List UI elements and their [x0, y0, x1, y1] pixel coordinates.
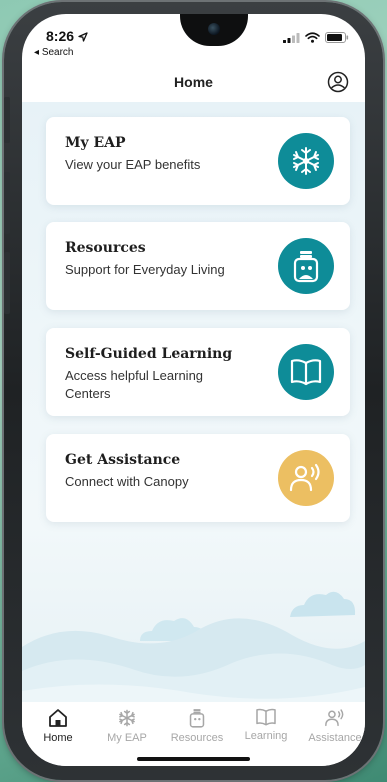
- tab-label: Learning: [244, 730, 288, 742]
- profile-icon[interactable]: [327, 71, 349, 93]
- tab-learning[interactable]: Learning: [236, 708, 296, 742]
- location-arrow-icon: [78, 32, 88, 42]
- card-my-eap[interactable]: My EAP View your EAP benefits: [46, 117, 350, 205]
- card-subtitle: Access helpful Learning Centers: [65, 368, 204, 401]
- tab-my-eap[interactable]: My EAP: [97, 708, 157, 744]
- status-time: 8:26: [46, 28, 88, 44]
- side-button: [4, 172, 10, 234]
- tab-label: Home: [43, 732, 73, 744]
- card-subtitle: Connect with Canopy: [65, 474, 189, 489]
- book-icon: [278, 344, 334, 400]
- card-get-assistance[interactable]: Get Assistance Connect with Canopy: [46, 434, 350, 522]
- time-text: 8:26: [46, 28, 75, 44]
- tab-label: My EAP: [107, 732, 147, 744]
- tab-label: Assistance: [308, 732, 362, 744]
- card-title: Self-Guided Learning: [65, 346, 233, 362]
- card-subtitle: Support for Everyday Living: [65, 262, 225, 277]
- eap-icon: [119, 709, 135, 727]
- resources-icon: [278, 238, 334, 294]
- assistance-icon: [278, 450, 334, 506]
- camera-icon: [208, 23, 220, 35]
- signal-icon: [283, 33, 300, 43]
- card-subtitle: View your EAP benefits: [65, 157, 201, 172]
- card-title: Resources: [65, 240, 146, 256]
- notch: [180, 14, 248, 46]
- tab-resources[interactable]: Resources: [167, 708, 227, 744]
- card-title: My EAP: [65, 135, 126, 151]
- back-label: Search: [41, 47, 74, 58]
- book-icon: [256, 708, 276, 726]
- eap-icon: [278, 133, 334, 189]
- home-icon: [49, 709, 67, 727]
- mountain-scenery: [22, 591, 365, 704]
- side-button: [4, 97, 10, 143]
- assistance-icon: [325, 709, 344, 727]
- card-self-guided-learning[interactable]: Self-Guided Learning Access helpful Lear…: [46, 328, 350, 416]
- card-resources[interactable]: Resources Support for Everyday Living: [46, 222, 350, 310]
- back-triangle-icon: ◂: [34, 47, 40, 58]
- tab-home[interactable]: Home: [28, 708, 88, 744]
- page-title: Home: [174, 74, 213, 90]
- tab-assistance[interactable]: Assistance: [305, 708, 365, 744]
- back-to-search[interactable]: ◂ Search: [34, 47, 74, 58]
- battery-icon: [325, 32, 349, 43]
- side-button: [4, 252, 10, 314]
- home-indicator[interactable]: [137, 757, 250, 761]
- tab-label: Resources: [170, 732, 224, 744]
- phone-screen: 8:26 ◂ Search Home My EAP View your EAP …: [22, 14, 365, 766]
- wifi-icon: [305, 32, 320, 43]
- card-title: Get Assistance: [65, 452, 181, 468]
- resources-icon: [189, 709, 205, 728]
- status-icons: [283, 32, 349, 43]
